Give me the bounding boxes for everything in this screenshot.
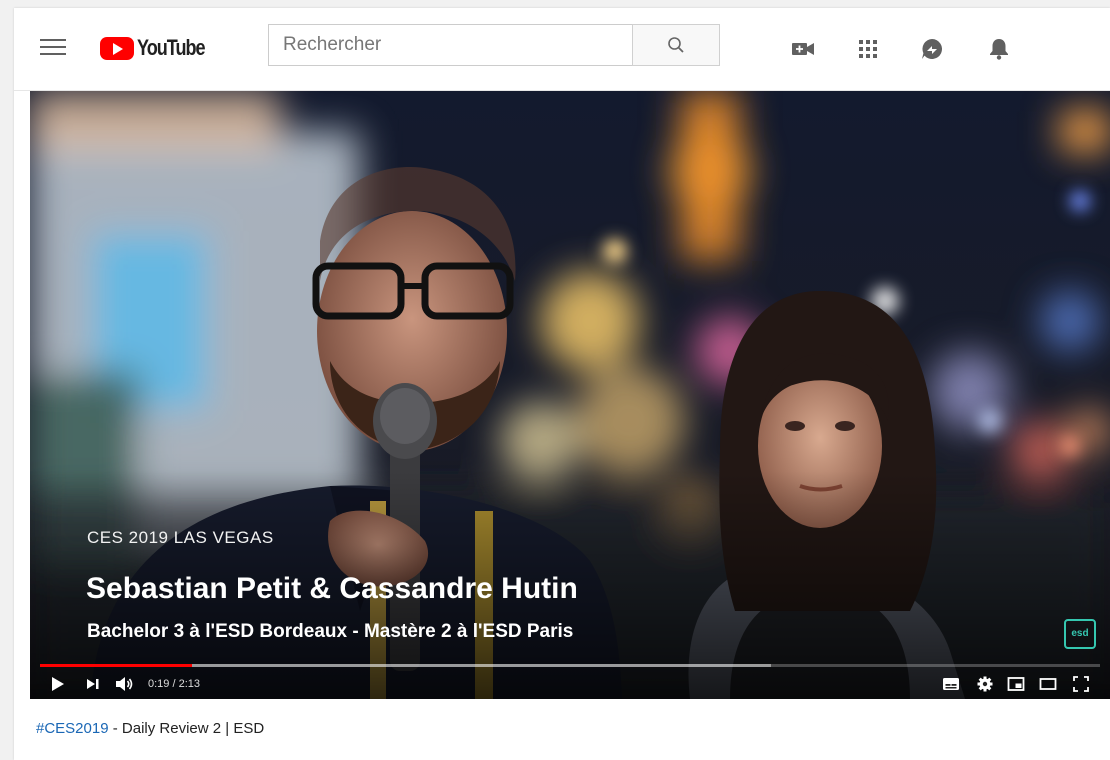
play-icon — [52, 677, 64, 691]
miniplayer-button[interactable] — [1007, 675, 1025, 693]
overlay-names: Sebastian Petit & Cassandre Hutin — [86, 572, 578, 605]
video-title: #CES2019 - Daily Review 2 | ESD — [36, 720, 264, 737]
notifications-bell-icon[interactable] — [986, 36, 1012, 62]
subtitles-icon — [943, 678, 959, 690]
progress-played — [40, 664, 192, 667]
next-icon — [87, 679, 99, 689]
theater-mode-button[interactable] — [1039, 675, 1057, 693]
progress-bar[interactable] — [40, 664, 1100, 667]
overlay-subtitle: CES 2019 LAS VEGAS — [87, 528, 274, 547]
messages-icon[interactable] — [919, 36, 945, 62]
search-bar — [268, 24, 720, 66]
miniplayer-icon — [1007, 677, 1025, 691]
subtitles-button[interactable] — [942, 675, 960, 693]
fullscreen-button[interactable] — [1072, 675, 1090, 693]
video-title-text: - Daily Review 2 | ESD — [108, 720, 265, 737]
video-player[interactable]: CES 2019 LAS VEGAS Sebastian Petit & Cas… — [30, 91, 1110, 699]
time-display: 0:19 / 2:13 — [148, 678, 200, 690]
volume-button[interactable] — [114, 675, 136, 693]
youtube-logo[interactable]: YouTube — [100, 35, 219, 61]
settings-button[interactable] — [976, 675, 994, 693]
player-controls: 0:19 / 2:13 — [30, 669, 1110, 699]
play-button[interactable] — [50, 675, 66, 693]
youtube-embed-frame: YouTube Rechercher CES 2019 LAS VEGAS Se… — [14, 8, 1110, 760]
search-input[interactable] — [268, 24, 632, 66]
menu-icon[interactable] — [40, 39, 66, 59]
search-icon — [668, 37, 684, 53]
gear-icon — [977, 676, 993, 692]
apps-grid-icon[interactable] — [855, 36, 881, 62]
overlay-school: Bachelor 3 à l'ESD Bordeaux - Mastère 2 … — [87, 621, 574, 642]
theater-mode-icon — [1039, 678, 1057, 690]
fullscreen-icon — [1073, 676, 1089, 692]
video-frame-image — [30, 91, 1110, 699]
channel-watermark[interactable]: esd — [1064, 619, 1096, 649]
search-button[interactable] — [632, 24, 720, 66]
create-video-icon[interactable] — [790, 36, 816, 62]
masthead: YouTube — [14, 8, 1110, 91]
next-button[interactable] — [85, 675, 101, 693]
play-logo-icon — [100, 36, 134, 60]
hashtag-link[interactable]: #CES2019 — [36, 720, 109, 737]
logo-text: YouTube — [137, 35, 206, 60]
volume-icon — [116, 677, 133, 691]
